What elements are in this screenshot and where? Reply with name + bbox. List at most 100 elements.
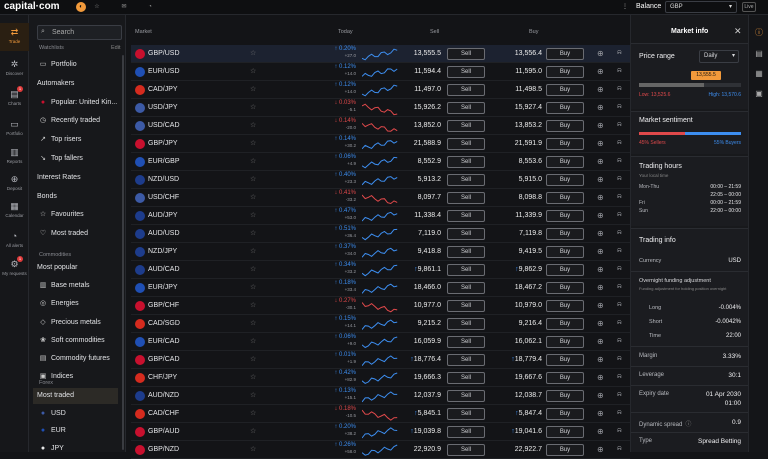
alert-bell-icon[interactable]: ⍾ [617,85,622,93]
sidebar-item-interest-rates[interactable]: Interest Rates [33,170,118,186]
buy-button[interactable]: Buy [546,84,584,96]
mail-icon[interactable]: ✉ [119,2,129,12]
sell-button[interactable]: Sell [447,246,485,258]
add-icon[interactable]: ⊕ [597,445,604,454]
buy-button[interactable]: Buy [546,444,584,456]
table-row[interactable]: CAD/JPY ☆ ↑ 0.12% +14.0 11,497.0 Sell 11,498.5… [131,81,630,99]
alert-bell-icon[interactable]: ⍾ [617,409,622,417]
add-icon[interactable]: ⊕ [597,103,604,112]
sell-button[interactable]: Sell [447,48,485,60]
table-row[interactable]: NZD/USD ☆ ↑ 0.40% +23.3 5,913.2 Sell 5,915.0 Bu… [131,171,630,189]
buy-button[interactable]: Buy [546,408,584,420]
sidebar-item-eur[interactable]: ● EUR [33,423,118,439]
table-row[interactable]: USD/CAD ☆ ↓ 0.14% -20.0 13,852.0 Sell 13,853.2… [131,117,630,135]
table-row[interactable]: GBP/JPY ☆ ↑ 0.14% +30.2 21,588.9 Sell 21,591.9… [131,135,630,153]
sell-button[interactable]: Sell [447,426,485,438]
alert-bell-icon[interactable]: ⍾ [617,157,622,165]
sidebar-item-automakers[interactable]: Automakers [33,76,118,92]
sell-button[interactable]: Sell [447,138,485,150]
live-badge[interactable]: Live [742,2,756,12]
table-row[interactable]: EUR/CAD ☆ ↑ 0.06% +9.0 16,059.9 Sell 16,062.1 B… [131,333,630,351]
star-icon[interactable]: ☆ [250,157,256,165]
sidebar-item-usd[interactable]: ● USD [33,406,118,422]
buy-button[interactable]: Buy [546,156,584,168]
rail-item-deposit[interactable]: ⊕ Deposit [0,170,29,198]
star-icon[interactable]: ☆ [250,373,256,381]
alert-bell-icon[interactable]: ⍾ [617,121,622,129]
buy-button[interactable]: Buy [546,300,584,312]
buy-button[interactable]: Buy [546,426,584,438]
add-icon[interactable]: ⊕ [597,301,604,310]
menu-icon[interactable]: ⋮ [620,2,630,12]
alert-bell-icon[interactable]: ⍾ [617,337,622,345]
sidebar-scrollbar[interactable] [122,55,124,450]
sell-button[interactable]: Sell [447,300,485,312]
add-icon[interactable]: ⊕ [597,337,604,346]
sidebar-item-commodity-futures[interactable]: ▤ Commodity futures [33,351,118,367]
sidebar-item-top-risers[interactable]: ↗ Top risers [33,132,118,148]
sell-button[interactable]: Sell [447,372,485,384]
table-row[interactable]: GBP/CAD ☆ ↑ 0.01% +1.9 ↑18,776.4 Sell ↑18,779.… [131,351,630,369]
rail-item-reports[interactable]: ▥ Reports [0,143,29,171]
add-icon[interactable]: ⊕ [597,175,604,184]
add-icon[interactable]: ⊕ [597,67,604,76]
sell-button[interactable]: Sell [447,192,485,204]
rail-item-trade[interactable]: ⇄ Trade [0,23,29,51]
alert-bell-icon[interactable]: ⍾ [617,319,622,327]
star-icon[interactable]: ☆ [250,355,256,363]
add-icon[interactable]: ⊕ [597,427,604,436]
buy-button[interactable]: Buy [546,66,584,78]
sell-button[interactable]: Sell [447,318,485,330]
sell-button[interactable]: Sell [447,228,485,240]
star-icon[interactable]: ☆ [92,2,102,12]
table-row[interactable]: GBP/NZD ☆ ↑ 0.26% +58.0 22,920.9 Sell 22,922.7… [131,441,630,459]
alert-bell-icon[interactable]: ⍾ [617,67,622,75]
buy-button[interactable]: Buy [546,120,584,132]
buy-button[interactable]: Buy [546,102,584,114]
add-icon[interactable]: ⊕ [597,193,604,202]
sidebar-item-energies[interactable]: ◎ Energies [33,296,118,312]
table-row[interactable]: USD/JPY ☆ ↓ 0.03% -5.1 15,926.2 Sell 15,927.4 B… [131,99,630,117]
sell-button[interactable]: Sell [447,390,485,402]
table-row[interactable]: AUD/JPY ☆ ↑ 0.47% +53.0 11,338.4 Sell 11,339.9… [131,207,630,225]
sidebar-item-recently-traded[interactable]: ◷ Recently traded [33,113,118,129]
table-row[interactable]: GBP/USD ☆ ↑ 0.20% +27.0 13,555.5 Sell 13,556.4… [131,45,630,63]
add-icon[interactable]: ⊕ [597,247,604,256]
add-icon[interactable]: ⊕ [597,283,604,292]
search-input[interactable]: ⌕ Search [37,25,122,40]
buy-button[interactable]: Buy [546,48,584,60]
sidebar-item-portfolio[interactable]: ▭ Portfolio [33,57,118,73]
calendar-icon[interactable]: ▣ [754,89,764,99]
star-icon[interactable]: ☆ [250,103,256,111]
rail-item-all-alerts[interactable]: ◔ All alerts [0,227,29,255]
col-market[interactable]: Market [135,29,152,35]
star-icon[interactable]: ☆ [250,121,256,129]
table-row[interactable]: CAD/SGD ☆ ↑ 0.15% +14.1 9,215.2 Sell 9,216.4 Bu… [131,315,630,333]
add-icon[interactable]: ⊕ [597,391,604,400]
table-row[interactable]: EUR/GBP ☆ ↑ 0.06% +4.9 8,552.9 Sell 8,553.6 Buy… [131,153,630,171]
star-icon[interactable]: ☆ [250,283,256,291]
sidebar-item-popular-united-kin[interactable]: ● Popular: United Kin... [33,95,118,111]
star-icon[interactable]: ☆ [250,319,256,327]
sell-button[interactable]: Sell [447,84,485,96]
alert-bell-icon[interactable]: ⍾ [617,211,622,219]
list-icon[interactable]: ▤ [754,49,764,59]
balance-currency-select[interactable]: GBP ▾ [665,1,737,13]
buy-button[interactable]: Buy [546,264,584,276]
buy-button[interactable]: Buy [546,246,584,258]
sidebar-item-soft-commodities[interactable]: ❀ Soft commodities [33,333,118,349]
table-row[interactable]: AUD/NZD ☆ ↑ 0.13% +15.1 12,037.9 Sell 12,038.7… [131,387,630,405]
alert-bell-icon[interactable]: ⍾ [617,283,622,291]
star-icon[interactable]: ☆ [250,427,256,435]
buy-button[interactable]: Buy [546,192,584,204]
add-icon[interactable]: ⊕ [597,229,604,238]
rail-item-charts[interactable]: ▤ Charts 1 [0,85,29,113]
add-icon[interactable]: ⊕ [597,121,604,130]
star-icon[interactable]: ☆ [250,139,256,147]
add-icon[interactable]: ⊕ [597,319,604,328]
chart-icon[interactable]: ▦ [754,69,764,79]
sell-button[interactable]: Sell [447,354,485,366]
sidebar-item-most-traded[interactable]: Most traded [33,388,118,404]
star-icon[interactable]: ☆ [250,229,256,237]
col-sell[interactable]: Sell [430,29,439,35]
